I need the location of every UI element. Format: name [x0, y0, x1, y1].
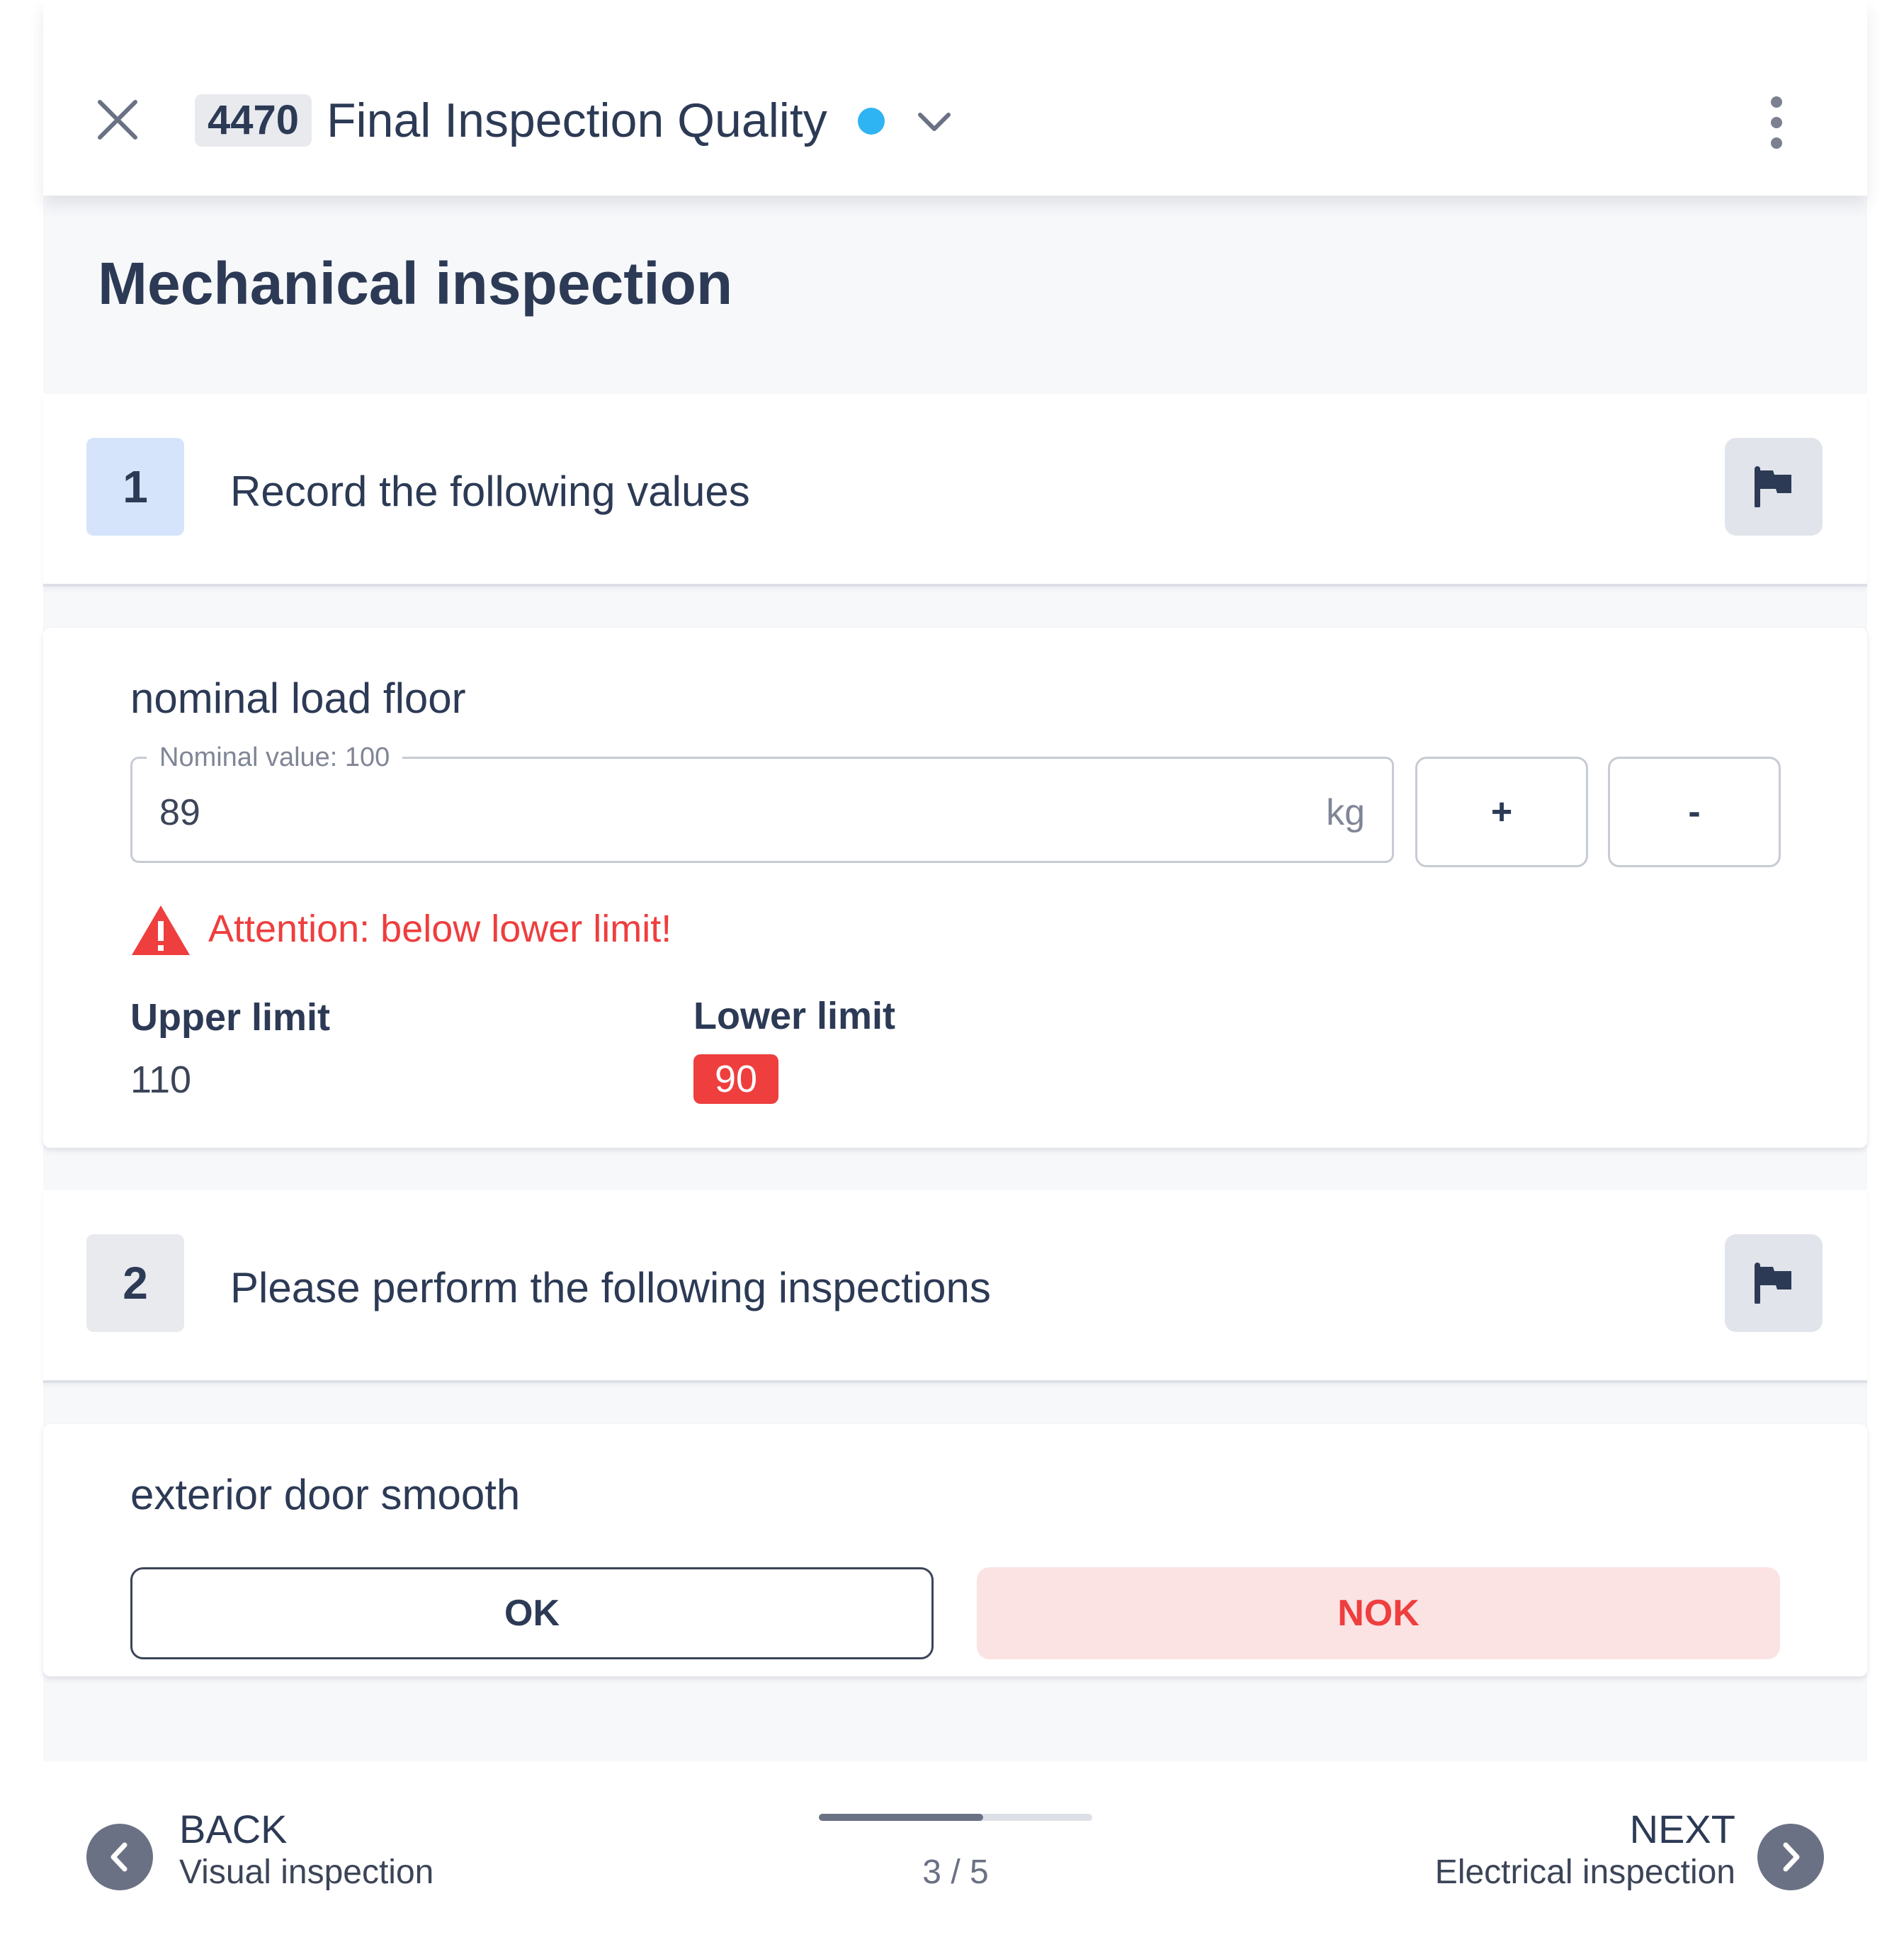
back-step-name[interactable]: Visual inspection: [179, 1851, 434, 1895]
flag-icon: [1755, 466, 1791, 507]
next-label[interactable]: NEXT: [1630, 1805, 1735, 1853]
close-icon[interactable]: [96, 98, 140, 142]
step-number: 2: [86, 1234, 184, 1332]
step-header-1[interactable]: 1 Record the following values: [43, 394, 1867, 587]
flag-icon: [1755, 1263, 1791, 1304]
upper-limit-label: Upper limit: [130, 996, 331, 1039]
warning-icon: [132, 905, 190, 955]
increment-button[interactable]: +: [1415, 757, 1588, 867]
measurement-value[interactable]: 89: [159, 790, 200, 835]
check-card: exterior door smooth OK NOK: [43, 1424, 1867, 1676]
chevron-right-icon: [1783, 1842, 1800, 1872]
more-menu-icon[interactable]: [1766, 96, 1787, 149]
lower-limit-badge: 90: [693, 1054, 779, 1104]
step-title: Record the following values: [230, 468, 750, 515]
measurement-unit: kg: [1326, 792, 1365, 833]
measurement-input[interactable]: Nominal value: 100 89 kg: [130, 740, 1394, 863]
lower-limit-label: Lower limit: [693, 995, 896, 1037]
measurement-label: nominal load floor: [130, 675, 466, 722]
chevron-left-icon: [110, 1842, 128, 1872]
inspection-screen: 4470 Final Inspection Quality Mechanical…: [43, 0, 1867, 1947]
order-id-badge: 4470: [195, 94, 312, 147]
progress-bar: [819, 1814, 1092, 1821]
step-header-2[interactable]: 2 Please perform the following inspectio…: [43, 1190, 1867, 1383]
next-step-name[interactable]: Electrical inspection: [1435, 1851, 1735, 1895]
warning-text: Attention: below lower limit!: [208, 908, 672, 950]
measurement-card: nominal load floor Nominal value: 100 89…: [43, 628, 1867, 1148]
back-button[interactable]: [86, 1824, 153, 1890]
upper-limit-value: 110: [130, 1059, 192, 1101]
next-button[interactable]: [1757, 1824, 1824, 1890]
chevron-down-icon[interactable]: [914, 105, 954, 140]
status-indicator: [858, 108, 885, 135]
footer-nav: BACK Visual inspection 3 / 5 NEXT Electr…: [43, 1761, 1867, 1947]
progress-fill: [819, 1814, 983, 1821]
page-title: Final Inspection Quality: [327, 94, 827, 147]
step-number: 1: [86, 438, 184, 536]
progress-text: 3 / 5: [922, 1853, 989, 1891]
step-title: Please perform the following inspections: [230, 1264, 991, 1311]
nok-button[interactable]: NOK: [977, 1567, 1780, 1659]
section-title: Mechanical inspection: [98, 250, 733, 317]
flag-button[interactable]: [1725, 438, 1823, 536]
nominal-value-legend: Nominal value: 100: [147, 740, 403, 774]
flag-button[interactable]: [1725, 1234, 1823, 1332]
ok-button[interactable]: OK: [130, 1567, 934, 1659]
check-label: exterior door smooth: [130, 1471, 521, 1518]
app-header: 4470 Final Inspection Quality: [43, 0, 1867, 196]
back-label[interactable]: BACK: [179, 1805, 288, 1853]
decrement-button[interactable]: -: [1608, 757, 1781, 867]
